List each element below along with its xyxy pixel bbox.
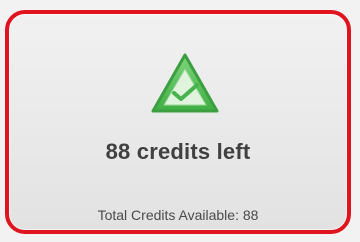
credits-left-headline: 88 credits left [105, 139, 251, 164]
credits-card: 88 credits left Total Credits Available:… [5, 10, 351, 234]
total-credits-text: Total Credits Available: 88 [97, 207, 259, 223]
check-triangle-icon [151, 53, 219, 113]
